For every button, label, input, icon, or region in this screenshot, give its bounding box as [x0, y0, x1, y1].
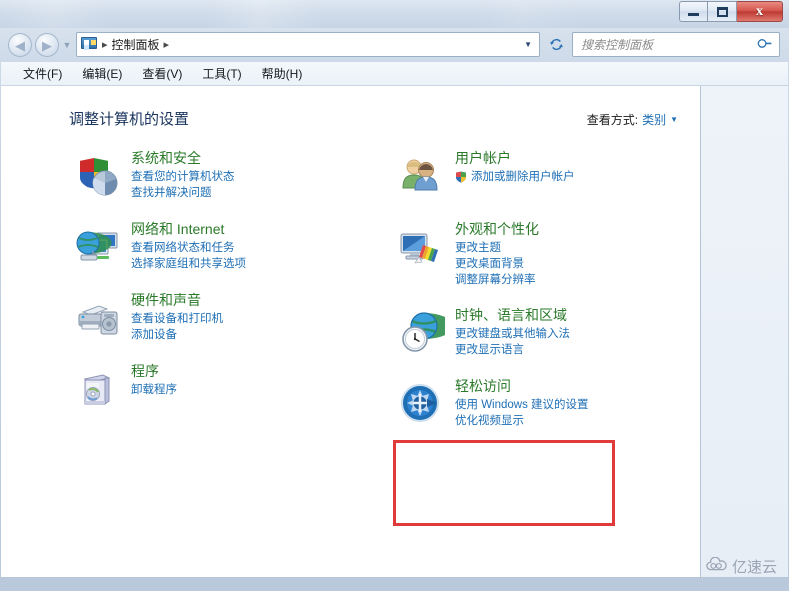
breadcrumb-separator-icon-2[interactable]: ▸: [160, 38, 174, 51]
watermark-text: 亿速云: [731, 559, 777, 576]
menu-item-tools[interactable]: 工具(T): [192, 63, 251, 84]
uac-shield-icon: [455, 171, 467, 183]
category-link[interactable]: 调整屏幕分辨率: [455, 272, 700, 288]
category-title[interactable]: 轻松访问: [455, 378, 700, 395]
category-hardware-and-sound[interactable]: 硬件和声音 查看设备和打印机 添加设备: [73, 292, 393, 344]
category-link[interactable]: 查找并解决问题: [131, 185, 393, 201]
category-link[interactable]: 查看网络状态和任务: [131, 240, 393, 256]
category-link[interactable]: 选择家庭组和共享选项: [131, 256, 393, 272]
window-controls: x: [679, 1, 783, 22]
content-side-filler: [701, 86, 788, 578]
category-link[interactable]: 卸载程序: [131, 382, 393, 398]
menu-item-help[interactable]: 帮助(H): [252, 63, 313, 84]
search-input[interactable]: [581, 37, 758, 52]
forward-button[interactable]: ▶: [35, 33, 59, 57]
view-by-control[interactable]: 查看方式: 类别 ▼: [587, 111, 678, 128]
close-icon: x: [756, 3, 763, 19]
category-network-and-internet[interactable]: 网络和 Internet 查看网络状态和任务 选择家庭组和共享选项: [73, 221, 393, 273]
printer-device-icon: [73, 294, 121, 342]
category-system-and-security[interactable]: 系统和安全 查看您的计算机状态 查找并解决问题: [73, 150, 393, 202]
category-link[interactable]: 查看您的计算机状态: [131, 169, 393, 185]
category-user-accounts[interactable]: 用户帐户 添加或删除用户帐户: [397, 150, 700, 202]
ease-of-access-icon: [397, 380, 445, 428]
category-link[interactable]: 添加设备: [131, 327, 393, 343]
back-arrow-icon: ◀: [15, 37, 25, 53]
highlight-box-ease-of-access: [393, 440, 615, 526]
category-link[interactable]: 更改桌面背景: [455, 256, 700, 272]
menu-item-edit[interactable]: 编辑(E): [72, 63, 132, 84]
user-accounts-icon: [397, 152, 445, 200]
breadcrumb-control-panel[interactable]: 控制面板: [112, 36, 160, 53]
clock-globe-icon: [397, 309, 445, 357]
refresh-button[interactable]: [545, 33, 568, 56]
cloud-logo-icon: [706, 556, 728, 577]
breadcrumb-separator-icon: ▸: [102, 39, 108, 51]
category-link[interactable]: 使用 Windows 建议的设置: [455, 397, 700, 413]
category-title[interactable]: 网络和 Internet: [131, 221, 393, 238]
minimize-icon: [688, 13, 699, 16]
category-link[interactable]: 查看设备和打印机: [131, 311, 393, 327]
control-panel-icon: [81, 37, 98, 52]
view-by-value[interactable]: 类别: [642, 111, 666, 128]
category-title[interactable]: 程序: [131, 363, 393, 380]
chevron-down-icon[interactable]: ▼: [670, 115, 678, 124]
network-globe-icon: [73, 223, 121, 271]
category-link[interactable]: 更改主题: [455, 240, 700, 256]
category-title[interactable]: 外观和个性化: [455, 221, 700, 238]
category-ease-of-access[interactable]: 轻松访问 使用 Windows 建议的设置 优化视频显示: [397, 378, 700, 430]
address-dropdown-icon[interactable]: ▼: [517, 40, 539, 49]
control-panel-content: 调整计算机的设置 查看方式: 类别 ▼ 系统和安全 查看您的计算机状态 查找并解…: [1, 86, 701, 578]
maximize-icon: [716, 6, 728, 17]
category-clock-language-region[interactable]: 时钟、语言和区域 更改键盘或其他输入法 更改显示语言: [397, 307, 700, 359]
navigation-bar: ◀ ▶ ▼ ▸ 控制面板 ▸ ▼: [0, 28, 789, 62]
back-button[interactable]: ◀: [8, 33, 32, 57]
watermark: 亿速云: [706, 556, 777, 577]
category-title[interactable]: 用户帐户: [455, 150, 700, 167]
category-column-right: 用户帐户 添加或删除用户帐户 外观和个性化 更改主题 更改桌面背景 调整屏幕分辨…: [397, 150, 700, 449]
menu-item-file[interactable]: 文件(F): [13, 63, 72, 84]
category-link[interactable]: 更改键盘或其他输入法: [455, 326, 700, 342]
category-programs[interactable]: 程序 卸载程序: [73, 363, 393, 415]
forward-arrow-icon: ▶: [42, 37, 52, 53]
category-link[interactable]: 优化视频显示: [455, 413, 700, 429]
category-title[interactable]: 系统和安全: [131, 150, 393, 167]
category-title[interactable]: 硬件和声音: [131, 292, 393, 309]
category-link-elevated[interactable]: 添加或删除用户帐户: [455, 169, 700, 185]
menu-bar: 文件(F) 编辑(E) 查看(V) 工具(T) 帮助(H): [1, 62, 788, 86]
category-title[interactable]: 时钟、语言和区域: [455, 307, 700, 324]
menu-item-view[interactable]: 查看(V): [132, 63, 192, 84]
maximize-button[interactable]: [708, 1, 737, 22]
recent-locations-button[interactable]: ▼: [62, 40, 72, 50]
appearance-monitor-icon: [397, 223, 445, 271]
security-shield-icon: [73, 152, 121, 200]
view-by-label: 查看方式:: [586, 113, 639, 127]
category-link-label: 添加或删除用户帐户: [471, 171, 575, 183]
refresh-icon: [550, 38, 563, 51]
category-column-left: 系统和安全 查看您的计算机状态 查找并解决问题 网络和 Internet 查看网…: [73, 150, 393, 434]
software-box-icon: [73, 365, 121, 413]
chevron-down-icon: ▼: [62, 40, 72, 50]
explorer-window: x ◀ ▶ ▼ ▸ 控制面板 ▸ ▼ 搜索控制面板 文件(F) 编辑(E) 查看…: [0, 0, 789, 580]
category-link[interactable]: 更改显示语言: [455, 342, 700, 358]
minimize-button[interactable]: [679, 1, 708, 22]
category-appearance-and-personalization[interactable]: 外观和个性化 更改主题 更改桌面背景 调整屏幕分辨率: [397, 221, 700, 288]
address-bar[interactable]: ▸ 控制面板 ▸ ▼: [76, 32, 540, 57]
close-button[interactable]: x: [737, 1, 783, 22]
title-bar: x: [0, 0, 789, 28]
page-title: 调整计算机的设置: [69, 111, 190, 128]
search-box[interactable]: [572, 32, 780, 57]
